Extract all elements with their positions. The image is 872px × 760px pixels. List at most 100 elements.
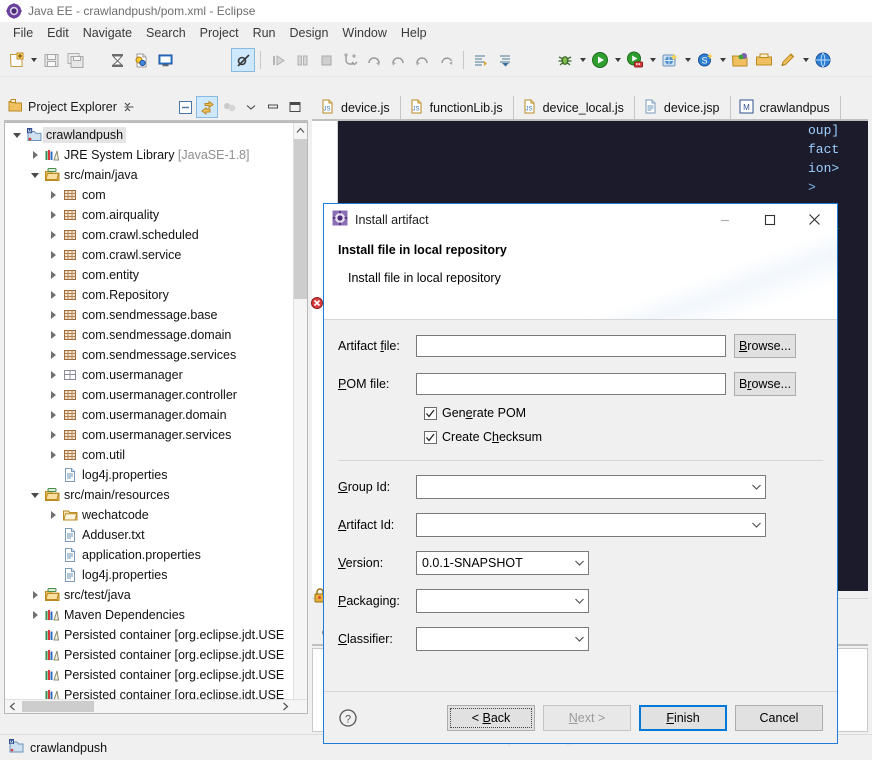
- chevron-down-icon[interactable]: [577, 48, 588, 72]
- finish-button[interactable]: Finish: [639, 704, 727, 731]
- new-server-icon[interactable]: [658, 48, 682, 72]
- tree-item[interactable]: com.crawl.service: [5, 245, 295, 265]
- menu-run[interactable]: Run: [246, 23, 283, 43]
- editor-tab[interactable]: device.jsp: [634, 96, 731, 120]
- pom-file-browse-button[interactable]: Browse...: [734, 372, 796, 396]
- chevron-right-icon[interactable]: [45, 325, 61, 345]
- validate-icon[interactable]: [129, 48, 153, 72]
- skip-breakpoints-icon[interactable]: [231, 48, 255, 72]
- chevron-right-icon[interactable]: [45, 285, 61, 305]
- chevron-right-icon[interactable]: [45, 505, 61, 525]
- tree-item[interactable]: com.util: [5, 445, 295, 465]
- tree-item[interactable]: application.properties: [5, 545, 295, 565]
- cancel-button[interactable]: Cancel: [735, 704, 823, 731]
- generate-pom-row[interactable]: Generate POM: [424, 406, 823, 420]
- tree-item[interactable]: Mcrawlandpush: [5, 125, 295, 145]
- chevron-right-icon[interactable]: [45, 185, 61, 205]
- drop-to-frame-icon[interactable]: [434, 48, 458, 72]
- close-icon[interactable]: [792, 204, 837, 235]
- chevron-right-icon[interactable]: [45, 405, 61, 425]
- resume-icon[interactable]: [266, 48, 290, 72]
- tree-item[interactable]: Adduser.txt: [5, 525, 295, 545]
- chevron-down-icon[interactable]: [682, 48, 693, 72]
- back-button[interactable]: < Back: [447, 704, 535, 731]
- tree-horizontal-scrollbar[interactable]: [5, 699, 307, 713]
- chevron-right-icon[interactable]: [45, 425, 61, 445]
- chevron-down-icon[interactable]: [240, 96, 262, 118]
- minimize-icon[interactable]: [262, 96, 284, 118]
- chevron-right-icon[interactable]: [45, 345, 61, 365]
- artifact-id-combobox[interactable]: [416, 513, 766, 537]
- tree-item[interactable]: com.sendmessage.services: [5, 345, 295, 365]
- tree-item[interactable]: com.sendmessage.base: [5, 305, 295, 325]
- collapse-all-icon[interactable]: [174, 96, 196, 118]
- chevron-down-icon[interactable]: [28, 48, 39, 72]
- chevron-right-icon[interactable]: [27, 605, 43, 625]
- tree-scroll-thumb[interactable]: [294, 139, 307, 299]
- chevron-down-icon[interactable]: [27, 165, 43, 185]
- minimize-icon[interactable]: [702, 204, 747, 235]
- open-type-icon[interactable]: [728, 48, 752, 72]
- editor-tab[interactable]: JS device_local.js: [513, 96, 635, 120]
- menu-file[interactable]: File: [6, 23, 40, 43]
- chevron-down-icon[interactable]: [570, 559, 588, 567]
- tree-item[interactable]: log4j.properties: [5, 465, 295, 485]
- chevron-right-icon[interactable]: [45, 445, 61, 465]
- editor-tab[interactable]: JS functionLib.js: [400, 96, 514, 120]
- tree-item[interactable]: Persisted container [org.eclipse.jdt.USE: [5, 645, 295, 665]
- chevron-down-icon[interactable]: [570, 635, 588, 643]
- chevron-down-icon[interactable]: [9, 125, 25, 145]
- tree-item[interactable]: com.Repository: [5, 285, 295, 305]
- tree-item[interactable]: com.usermanager.domain: [5, 405, 295, 425]
- tree-item[interactable]: Persisted container [org.eclipse.jdt.USE: [5, 625, 295, 645]
- menu-help[interactable]: Help: [394, 23, 434, 43]
- step-into-icon[interactable]: [338, 48, 362, 72]
- save-icon[interactable]: [39, 48, 63, 72]
- editor-tab[interactable]: Mcrawlandpus: [730, 96, 841, 120]
- focus-task-icon[interactable]: [218, 96, 240, 118]
- open-task-icon[interactable]: [752, 48, 776, 72]
- tree-item[interactable]: com.crawl.scheduled: [5, 225, 295, 245]
- chevron-down-icon[interactable]: [717, 48, 728, 72]
- help-icon[interactable]: ?: [338, 708, 358, 728]
- chevron-down-icon[interactable]: [612, 48, 623, 72]
- packaging-combobox[interactable]: [416, 589, 589, 613]
- terminate-icon[interactable]: [314, 48, 338, 72]
- chevron-right-icon[interactable]: [45, 265, 61, 285]
- step-return-icon[interactable]: [386, 48, 410, 72]
- maximize-icon[interactable]: [747, 204, 792, 235]
- tree-item[interactable]: com: [5, 185, 295, 205]
- chevron-right-icon[interactable]: [45, 245, 61, 265]
- chevron-down-icon[interactable]: [747, 521, 765, 529]
- scroll-left-icon[interactable]: [5, 700, 20, 713]
- chevron-down-icon[interactable]: [27, 485, 43, 505]
- tree-item[interactable]: JRE System Library [JavaSE-1.8]: [5, 145, 295, 165]
- menu-design[interactable]: Design: [283, 23, 336, 43]
- run-green-icon[interactable]: [588, 48, 612, 72]
- generate-pom-checkbox[interactable]: [424, 406, 437, 420]
- tab-project-explorer[interactable]: Project Explorer: [4, 95, 139, 119]
- tree-item[interactable]: log4j.properties: [5, 565, 295, 585]
- previous-annotation-icon[interactable]: [493, 48, 517, 72]
- artifact-file-input[interactable]: [416, 335, 726, 357]
- menu-edit[interactable]: Edit: [40, 23, 76, 43]
- next-annotation-icon[interactable]: [469, 48, 493, 72]
- new-file-icon[interactable]: [4, 48, 28, 72]
- scroll-right-icon[interactable]: [278, 700, 293, 713]
- disconnect-icon[interactable]: [410, 48, 434, 72]
- menu-search[interactable]: Search: [139, 23, 193, 43]
- chevron-down-icon[interactable]: [570, 597, 588, 605]
- chevron-right-icon[interactable]: [45, 385, 61, 405]
- tree-vertical-scrollbar[interactable]: [293, 123, 307, 713]
- globe-icon[interactable]: [811, 48, 835, 72]
- tree-item[interactable]: Persisted container [org.eclipse.jdt.USE: [5, 665, 295, 685]
- chevron-right-icon[interactable]: [27, 585, 43, 605]
- tree-hscroll-thumb[interactable]: [22, 701, 94, 712]
- project-tree[interactable]: Mcrawlandpush JRE System Library [JavaSE-…: [4, 122, 308, 714]
- suspend-icon[interactable]: [290, 48, 314, 72]
- close-icon[interactable]: [123, 101, 135, 113]
- menu-project[interactable]: Project: [193, 23, 246, 43]
- tree-item[interactable]: src/main/resources: [5, 485, 295, 505]
- chevron-down-icon[interactable]: [647, 48, 658, 72]
- classifier-combobox[interactable]: [416, 627, 589, 651]
